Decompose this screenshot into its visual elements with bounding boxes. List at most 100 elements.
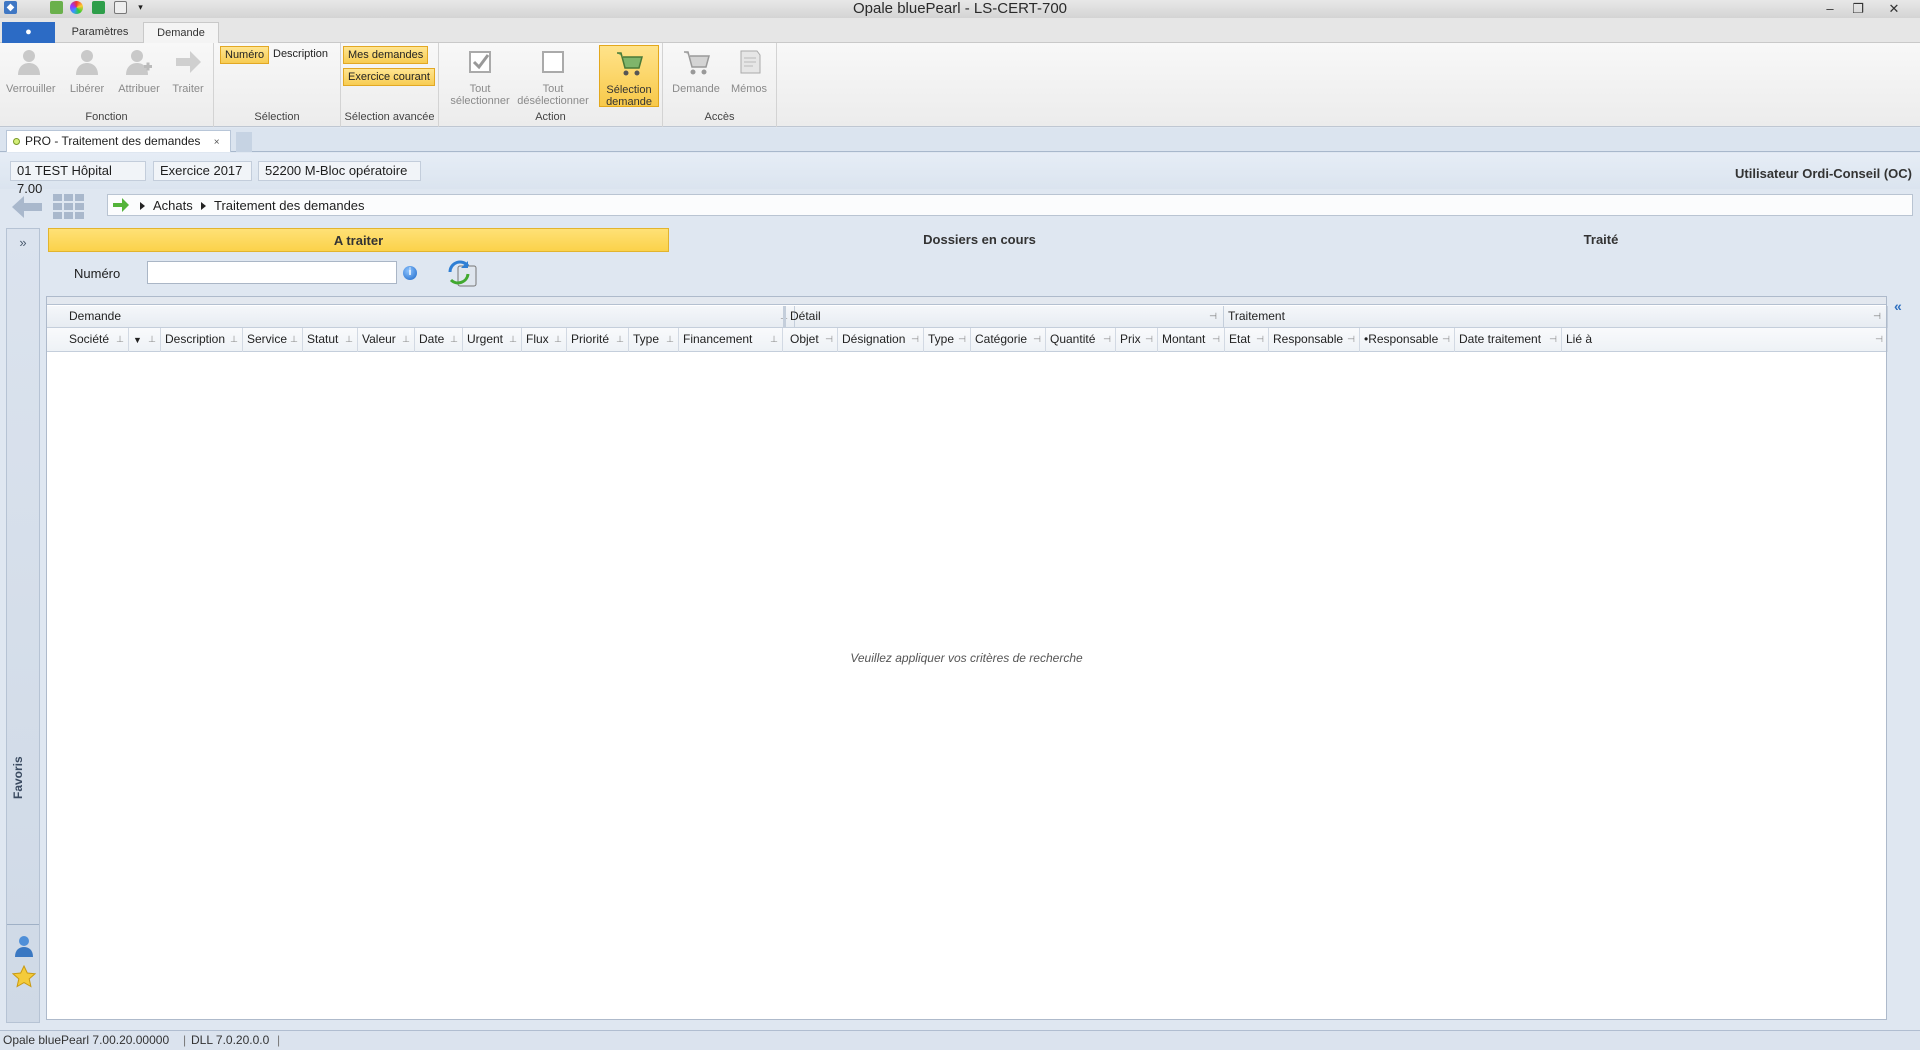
exercise-selector[interactable]: Exercice 2017 xyxy=(153,161,252,181)
pin-icon[interactable]: ⊥ xyxy=(116,328,124,351)
pin-icon[interactable]: ⊥ xyxy=(509,328,517,351)
pin-icon[interactable]: ⊥ xyxy=(290,328,298,351)
service-selector[interactable]: 52200 M-Bloc opératoire xyxy=(258,161,421,181)
breadcrumb-traitement[interactable]: Traitement des demandes xyxy=(214,198,365,214)
pin-icon[interactable]: ⊣ xyxy=(1873,306,1881,327)
file-tab[interactable]: ● xyxy=(2,22,55,43)
pin-icon[interactable]: ⊥ xyxy=(230,328,238,351)
go-arrow-icon[interactable] xyxy=(112,197,130,213)
search-row: Numéro i xyxy=(48,258,648,288)
col-lie-a[interactable]: Lié à ⊣ xyxy=(1562,328,1888,352)
pin-icon[interactable]: ⊣ xyxy=(1256,328,1264,351)
pin-icon[interactable]: ⊣ xyxy=(1875,328,1883,351)
memos-button[interactable]: Mémos xyxy=(725,45,773,107)
tab-a-traiter[interactable]: A traiter xyxy=(48,228,669,252)
pin-icon[interactable]: ⊣ xyxy=(1033,328,1041,351)
tab-demande[interactable]: Demande xyxy=(143,22,219,44)
pin-icon[interactable]: ⊣ xyxy=(1442,328,1450,351)
col-objet[interactable]: Objet ⊣ xyxy=(786,328,838,352)
grid-menu-icon[interactable] xyxy=(52,193,85,221)
pin-icon[interactable]: ⊣ xyxy=(958,328,966,351)
band-demande[interactable]: Demande ⊥ xyxy=(65,306,795,328)
col-designation[interactable]: Désignation ⊣ xyxy=(838,328,924,352)
pin-icon[interactable]: ⊣ xyxy=(1347,328,1355,351)
exercice-courant-button[interactable]: Exercice courant xyxy=(343,68,435,86)
pin-icon[interactable]: ⊥ xyxy=(554,328,562,351)
col-date-traitement[interactable]: Date traitement ⊣ xyxy=(1455,328,1562,352)
minimize-button[interactable]: – xyxy=(1816,0,1844,18)
pin-icon[interactable]: ⊥ xyxy=(402,328,410,351)
col-societe[interactable]: Société ⊥ xyxy=(65,328,129,352)
favoris-label[interactable]: Favoris xyxy=(11,739,25,799)
close-button[interactable]: ✕ xyxy=(1880,0,1908,18)
liberer-button[interactable]: Libérer xyxy=(64,45,110,107)
pin-icon[interactable]: ⊥ xyxy=(345,328,353,351)
col-statut[interactable]: Statut ⊥ xyxy=(303,328,358,352)
user-icon[interactable] xyxy=(14,934,34,958)
pin-icon[interactable]: ⊥ xyxy=(666,328,674,351)
selection-demande-button[interactable]: Sélection demande xyxy=(599,45,659,108)
pin-icon[interactable]: ⊣ xyxy=(1212,328,1220,351)
restore-button[interactable]: ❐ xyxy=(1844,0,1872,18)
col-detail-type[interactable]: Type ⊣ xyxy=(924,328,971,352)
col-dropdown[interactable]: ▼ ⊥ xyxy=(129,328,161,352)
document-tab-traitement[interactable]: PRO - Traitement des demandes × xyxy=(6,130,231,152)
info-icon[interactable]: i xyxy=(403,266,417,280)
col-service[interactable]: Service ⊥ xyxy=(243,328,303,352)
shopping-cart-icon xyxy=(617,52,643,76)
numero-selection-button[interactable]: Numéro xyxy=(220,46,270,64)
demande-acces-button[interactable]: Demande xyxy=(671,45,721,107)
tab-parametres[interactable]: Paramètres xyxy=(60,22,140,43)
status-bar: Opale bluePearl 7.00.20.00000 | DLL 7.0.… xyxy=(0,1030,1920,1050)
col-prix[interactable]: Prix ⊣ xyxy=(1116,328,1158,352)
description-selection-button[interactable]: Description xyxy=(269,46,332,64)
pin-icon[interactable]: ⊥ xyxy=(616,328,624,351)
tab-traite[interactable]: Traité xyxy=(1290,228,1912,252)
col-flux[interactable]: Flux ⊥ xyxy=(522,328,567,352)
band-traitement[interactable]: Traitement ⊣ xyxy=(1224,306,1888,328)
tout-selectionner-button[interactable]: Tout sélectionner xyxy=(447,45,513,107)
attribuer-button[interactable]: Attribuer xyxy=(114,45,164,107)
col-montant[interactable]: Montant ⊣ xyxy=(1158,328,1225,352)
status-divider: | xyxy=(183,1033,187,1047)
new-tab-placeholder[interactable] xyxy=(236,132,252,152)
pin-icon[interactable]: ⊣ xyxy=(1209,306,1217,327)
pin-icon[interactable]: ⊥ xyxy=(148,328,156,351)
group-label-acces: Accès xyxy=(704,111,735,123)
traiter-button[interactable]: Traiter xyxy=(166,45,210,107)
company-selector[interactable]: 01 TEST Hôpital 7.00 xyxy=(10,161,146,196)
col-categorie[interactable]: Catégorie ⊣ xyxy=(971,328,1046,352)
col-type[interactable]: Type ⊥ xyxy=(629,328,679,352)
col-financement-label: Financement xyxy=(683,332,753,346)
col-quantite[interactable]: Quantité ⊣ xyxy=(1046,328,1116,352)
collapse-right-panel-icon[interactable]: « xyxy=(1894,298,1902,314)
pin-icon[interactable]: ⊣ xyxy=(1549,328,1557,351)
tout-deselectionner-button[interactable]: Tout désélectionner xyxy=(517,45,589,107)
col-date[interactable]: Date ⊥ xyxy=(415,328,463,352)
tab-dossiers-en-cours[interactable]: Dossiers en cours xyxy=(669,228,1290,252)
pin-icon[interactable]: ⊣ xyxy=(911,328,919,351)
close-tab-icon[interactable]: × xyxy=(214,137,220,148)
col-responsable-2[interactable]: •Responsable ⊣ xyxy=(1360,328,1455,352)
breadcrumb-achats[interactable]: Achats xyxy=(153,198,193,214)
col-valeur[interactable]: Valeur ⊥ xyxy=(358,328,415,352)
back-arrow-icon[interactable] xyxy=(10,194,44,220)
verrouiller-button[interactable]: Verrouiller xyxy=(6,45,56,107)
pin-icon[interactable]: ⊣ xyxy=(1145,328,1153,351)
col-urgent[interactable]: Urgent ⊥ xyxy=(463,328,522,352)
pin-icon[interactable]: ⊥ xyxy=(450,328,458,351)
pin-icon[interactable]: ⊣ xyxy=(1103,328,1111,351)
col-priorite[interactable]: Priorité ⊥ xyxy=(567,328,629,352)
star-icon[interactable] xyxy=(12,965,36,989)
col-etat[interactable]: Etat ⊣ xyxy=(1225,328,1269,352)
pin-icon[interactable]: ⊣ xyxy=(825,328,833,351)
col-financement[interactable]: Financement ⊥ xyxy=(679,328,783,352)
band-detail[interactable]: Détail ⊣ xyxy=(783,306,1224,328)
pin-icon[interactable]: ⊥ xyxy=(770,328,778,351)
mes-demandes-button[interactable]: Mes demandes xyxy=(343,46,429,64)
expand-favoris-icon[interactable]: » xyxy=(7,235,39,250)
col-responsable[interactable]: Responsable ⊣ xyxy=(1269,328,1360,352)
refresh-search-icon[interactable] xyxy=(446,258,480,288)
col-description[interactable]: Description ⊥ xyxy=(161,328,243,352)
numero-input[interactable] xyxy=(147,261,397,284)
